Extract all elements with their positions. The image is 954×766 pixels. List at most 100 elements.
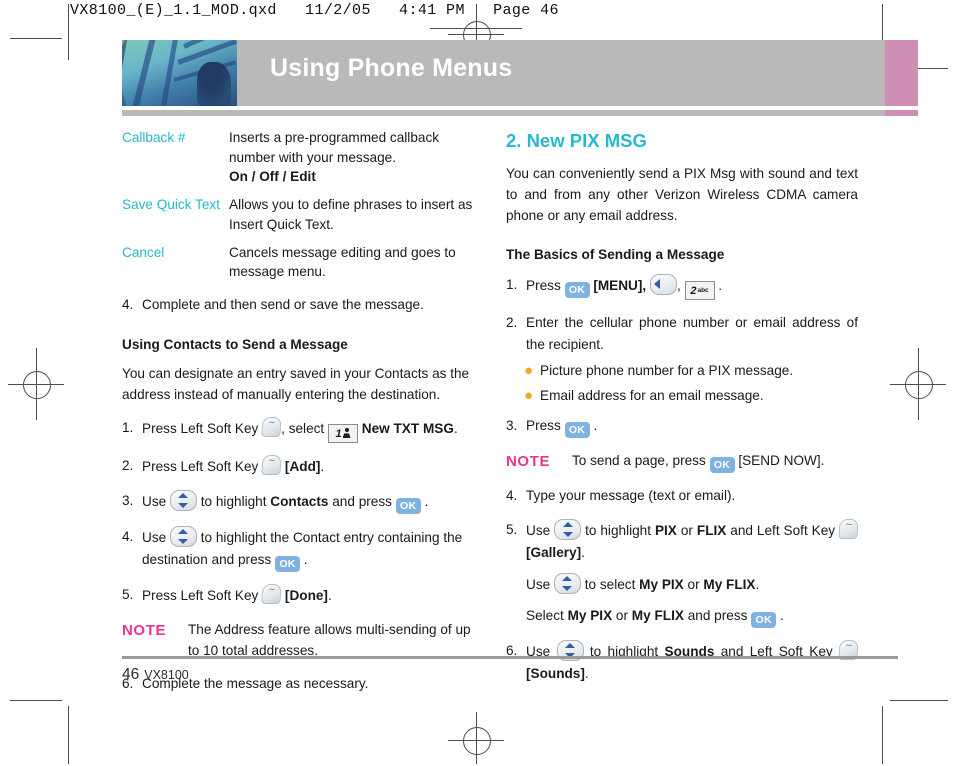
step-item: 4. Complete and then send or save the me…	[122, 294, 474, 316]
step-item: 6. Use to highlight Sounds and Left Soft…	[506, 640, 859, 685]
step-text-pre: Press	[526, 277, 561, 293]
section-intro-paragraph: You can designate an entry saved in your…	[122, 366, 470, 403]
step-text-post: .	[303, 552, 308, 568]
step-text-mid: and press	[687, 608, 748, 624]
regmark-ring	[23, 371, 51, 399]
step-text-pre: Use	[142, 494, 167, 510]
step-text-bold: PIX	[654, 523, 677, 539]
step-text: Complete the message as necessary.	[142, 676, 369, 692]
step-item: 2. Press Left Soft Key [Add].	[122, 455, 474, 478]
nav-updown-key-icon	[553, 573, 581, 595]
step-text-post: .	[718, 277, 723, 293]
nav-updown-key-icon	[169, 490, 197, 512]
trim-line-right-bottom	[882, 706, 883, 764]
step-text-pre: Press Left Soft Key	[142, 588, 259, 604]
step-text: Press Left Soft Key , select 1 New TXT M…	[142, 417, 474, 444]
ok-key-icon: OK	[395, 498, 421, 515]
step-number: 2.	[122, 458, 134, 474]
step-text-bold: My PIX	[639, 577, 684, 593]
definition-description: Inserts a pre-programmed callback number…	[229, 128, 474, 187]
step-text-post: .	[581, 545, 585, 561]
step-text-post: .	[327, 588, 332, 604]
step-subline: Select My PIX or My FLIX and press OK .	[526, 605, 858, 629]
step-number: 4.	[122, 296, 134, 312]
step-text-bold: New TXT MSG	[361, 421, 454, 437]
nav-left-key-icon	[649, 273, 677, 295]
bullet-text: Email address for an email message.	[540, 388, 764, 404]
step-number: 5.	[122, 587, 134, 603]
step-item: 4. Type your message (text or email).	[506, 485, 858, 507]
step-number: 3.	[506, 418, 518, 434]
bullet-item: ● Email address for an email message.	[506, 386, 858, 406]
nav-updown-key-icon	[554, 519, 582, 541]
step-text-bracket: [Done]	[284, 588, 328, 604]
photo-beam	[129, 40, 157, 106]
ok-key-icon: OK	[751, 612, 777, 629]
keypad-1-key-icon: 1	[328, 424, 358, 444]
step-text-or: or	[687, 577, 700, 593]
definition-term: Save Quick Text	[122, 197, 220, 213]
step-text-post: .	[779, 608, 784, 624]
step-text-bold: My PIX	[567, 608, 613, 624]
bullet-dot-icon: ●	[524, 387, 534, 405]
step-text-mid: to highlight	[585, 523, 652, 539]
section-subheading: The Basics of Sending a Message	[506, 247, 725, 263]
step-text: Use to highlight PIX or FLIX and Left So…	[526, 519, 859, 629]
step-item: 3. Press OK .	[506, 415, 858, 439]
step-text: Press Left Soft Key [Done].	[142, 584, 474, 607]
step-text-bold: Contacts	[270, 494, 329, 510]
definition-term: Callback #	[122, 130, 186, 145]
right-column: 2. New PIX MSG You can conveniently send…	[506, 128, 859, 685]
step-number: 4.	[506, 488, 518, 504]
step-text-mid: to select	[584, 577, 636, 593]
definition-options: On / Off / Edit	[229, 169, 316, 185]
photo-beam	[158, 40, 179, 106]
regmark-ring	[905, 371, 933, 399]
step-text: Type your message (text or email).	[526, 488, 736, 504]
trim-line-bottom-right-h	[890, 700, 948, 701]
step-text-post: .	[424, 494, 429, 510]
step-number: 1.	[122, 420, 134, 436]
step-text-pre: Use	[142, 530, 167, 546]
key-digit: 1	[335, 428, 342, 441]
definition-description: Allows you to define phrases to insert a…	[229, 195, 474, 234]
file-header: VX8100_(E)_1.1_MOD.qxd 11/2/05 4:41 PM P…	[70, 2, 559, 19]
definition-term: Cancel	[122, 244, 165, 260]
step-text-comma: ,	[676, 277, 681, 293]
step-text-pre: Select	[526, 608, 564, 624]
step-text-mid2: and press	[332, 494, 392, 510]
key-letters: abc	[697, 286, 709, 294]
ok-key-icon: OK	[275, 556, 301, 573]
section-heading: 2. New PIX MSG	[506, 130, 647, 151]
step-text-pre: Press Left Soft Key	[142, 459, 259, 475]
step-item: 5. Press Left Soft Key [Done].	[122, 584, 474, 607]
step-number: 1.	[506, 276, 518, 292]
note-block: NOTE To send a page, press OK [SEND NOW]…	[506, 451, 858, 474]
step-item: 1. Press OK [MENU], , 2abc .	[506, 273, 858, 300]
trim-line-left-bottom	[68, 706, 69, 764]
step-item: 3. Use to highlight Contacts and press O…	[122, 490, 474, 515]
note-text: To send a page, press OK [SEND NOW].	[572, 451, 858, 474]
step-number: 6.	[506, 643, 518, 659]
definition-line: Allows you to define phrases to insert a…	[229, 197, 473, 213]
step-number: 5.	[506, 522, 518, 538]
step-text-or: or	[615, 608, 629, 624]
ok-key-icon: OK	[564, 422, 590, 439]
trim-line-bottom-left-h	[10, 700, 62, 701]
regmark-ring	[463, 727, 491, 755]
step-text-bracket: [Add]	[284, 459, 321, 475]
step-number: 2.	[506, 314, 518, 330]
step-text: Enter the cellular phone number or email…	[526, 314, 858, 352]
step-item: 2. Enter the cellular phone number or em…	[506, 312, 858, 356]
nav-updown-key-icon	[169, 526, 197, 548]
step-text: Complete and then send or save the messa…	[142, 296, 424, 312]
page-body: Using Phone Menus Callback # Inserts a p…	[122, 40, 918, 700]
registration-mark-left	[8, 348, 64, 420]
definition-line: Inserts a pre-programmed callback	[229, 130, 440, 145]
banner-underbar	[122, 110, 890, 116]
footer-page-number: 46	[122, 666, 140, 683]
step-text-mid2: and Left Soft Key	[730, 523, 836, 539]
page-banner: Using Phone Menus	[122, 40, 918, 116]
step-text-post: .	[584, 666, 589, 682]
left-soft-key-icon	[838, 519, 859, 540]
